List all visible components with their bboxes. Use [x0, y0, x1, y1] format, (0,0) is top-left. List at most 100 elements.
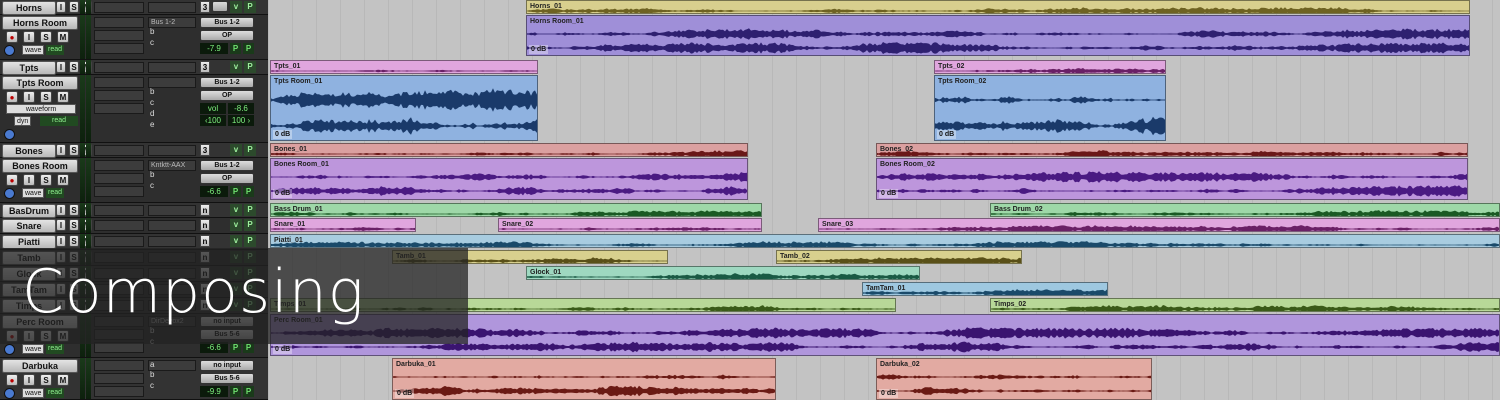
clip-gain-readout[interactable]: 0 dB [273, 345, 293, 354]
playlist-button[interactable]: P [244, 144, 256, 156]
pan-left-readout[interactable]: ‹100 [200, 115, 226, 126]
insert-slot[interactable] [94, 173, 144, 184]
automation-icon[interactable] [4, 129, 15, 140]
track-name[interactable]: Darbuka [2, 359, 78, 373]
track-name[interactable]: Tpts Room [2, 76, 78, 90]
audio-clip[interactable]: Horns_01 [526, 0, 1470, 14]
send-label[interactable]: e [150, 120, 154, 129]
input-monitor-button[interactable]: I [56, 1, 66, 13]
voice-button[interactable]: n [200, 204, 210, 216]
insert-slot[interactable] [94, 186, 144, 197]
pre-post-button[interactable]: P [230, 386, 241, 397]
playlist-button[interactable]: P [244, 1, 256, 13]
audio-clip[interactable]: Timps_02 [990, 298, 1500, 312]
automation-icon[interactable] [4, 388, 15, 399]
send-slot[interactable] [148, 145, 196, 156]
send-label[interactable]: c [150, 98, 154, 107]
audio-clip[interactable]: Tpts_02 [934, 60, 1166, 74]
voice-button[interactable]: n [200, 219, 210, 231]
insert-slot[interactable] [94, 77, 144, 88]
automation-mode-read[interactable]: read [40, 116, 78, 126]
automation-icon[interactable] [4, 344, 15, 355]
audio-clip[interactable]: TamTam_01 [862, 282, 1108, 296]
voice-v-button[interactable]: v [230, 219, 242, 231]
volume-readout[interactable]: -6.6 [200, 186, 228, 197]
input-selector[interactable]: no input [200, 360, 254, 371]
input-monitor-button[interactable]: I [56, 61, 66, 73]
record-button[interactable]: ● [6, 374, 18, 386]
track-name[interactable]: Horns Room [2, 16, 78, 30]
send-label[interactable]: c [150, 181, 154, 190]
voice-v-button[interactable]: v [230, 61, 242, 73]
solo-button[interactable]: S [69, 61, 79, 73]
pre-post-button[interactable]: P [243, 43, 254, 54]
insert-slot[interactable] [94, 373, 144, 384]
track-view-selector[interactable]: wave [22, 45, 45, 55]
insert-slot[interactable] [94, 205, 144, 216]
pan-right-readout[interactable]: 100 › [228, 115, 254, 126]
audio-clip[interactable]: Bones Room_01 0 dB [270, 158, 748, 200]
track-name[interactable]: BasDrum [2, 204, 56, 218]
volume-readout[interactable]: -8.6 [228, 103, 254, 114]
clip-gain-readout[interactable]: 0 dB [273, 189, 293, 198]
audio-clip[interactable]: Horns Room_01 0 dB [526, 15, 1470, 56]
track-name[interactable]: Snare [2, 219, 56, 233]
insert-slot[interactable] [94, 236, 144, 247]
record-button[interactable]: ● [6, 174, 18, 186]
audio-clip[interactable]: Tpts_01 [270, 60, 538, 74]
track-name[interactable]: Bones Room [2, 159, 78, 173]
send-slot[interactable]: Kntktt-AAX [148, 160, 196, 171]
input-selector[interactable]: Bus 1-2 [200, 17, 254, 28]
send-slot[interactable] [148, 62, 196, 73]
audio-clip[interactable]: Bass Drum_01 [270, 203, 762, 217]
mute-button[interactable]: M [57, 374, 69, 386]
solo-button[interactable]: S [40, 174, 52, 186]
audio-clip[interactable]: Snare_02 [498, 218, 762, 232]
track-view-selector[interactable]: wave [22, 344, 45, 354]
track-name[interactable]: Bones [2, 144, 56, 158]
insert-slot[interactable] [94, 160, 144, 171]
audio-clip[interactable]: Bones_01 [270, 143, 748, 157]
solo-button[interactable]: S [40, 31, 52, 43]
input-monitor-button[interactable]: I [56, 204, 66, 216]
pre-post-button[interactable]: P [243, 186, 254, 197]
elastic-mode-selector[interactable]: dyn [14, 116, 32, 126]
send-label[interactable]: b [150, 87, 154, 96]
clip-gain-readout[interactable]: 0 dB [879, 389, 899, 398]
pre-post-button[interactable]: P [230, 186, 241, 197]
mute-button[interactable]: M [57, 91, 69, 103]
automation-icon[interactable] [4, 45, 15, 56]
clip-gain-readout[interactable]: 0 dB [529, 45, 549, 54]
playlist-button[interactable]: P [244, 204, 256, 216]
insert-slot[interactable] [94, 103, 144, 114]
input-monitor-button[interactable]: I [23, 91, 35, 103]
record-button[interactable]: ● [6, 31, 18, 43]
insert-slot[interactable] [94, 30, 144, 41]
mute-button[interactable]: M [57, 31, 69, 43]
automation-mode-read[interactable]: read [46, 344, 65, 354]
voice-v-button[interactable]: v [230, 235, 242, 247]
audio-clip[interactable]: Tamb_02 [776, 250, 1022, 264]
voice-v-button[interactable]: v [230, 204, 242, 216]
audio-clip[interactable]: Darbuka_02 0 dB [876, 358, 1152, 400]
audio-clip[interactable]: Darbuka_01 0 dB [392, 358, 776, 400]
insert-slot[interactable] [94, 90, 144, 101]
send-slot[interactable] [148, 2, 196, 13]
input-selector[interactable]: Bus 1-2 [200, 160, 254, 171]
solo-button[interactable]: S [69, 235, 79, 247]
track-name[interactable]: Horns [2, 1, 56, 15]
send-label[interactable]: b [150, 27, 154, 36]
playlist-button[interactable]: P [244, 61, 256, 73]
voice-v-button[interactable]: v [230, 1, 242, 13]
voice-button[interactable]: n [200, 235, 210, 247]
clip-gain-readout[interactable]: 0 dB [937, 130, 957, 139]
track-view-selector[interactable]: waveform [6, 104, 76, 114]
audio-clip[interactable]: Snare_03 [818, 218, 1500, 232]
audio-clip[interactable]: Bass Drum_02 [990, 203, 1500, 217]
track-view-selector[interactable]: wave [22, 388, 45, 398]
send-slot[interactable] [148, 77, 196, 88]
track-view-selector[interactable]: wave [22, 188, 45, 198]
output-selector[interactable]: Bus 5-6 [200, 373, 254, 384]
solo-button[interactable]: S [40, 374, 52, 386]
output-selector[interactable]: OP [200, 90, 254, 101]
